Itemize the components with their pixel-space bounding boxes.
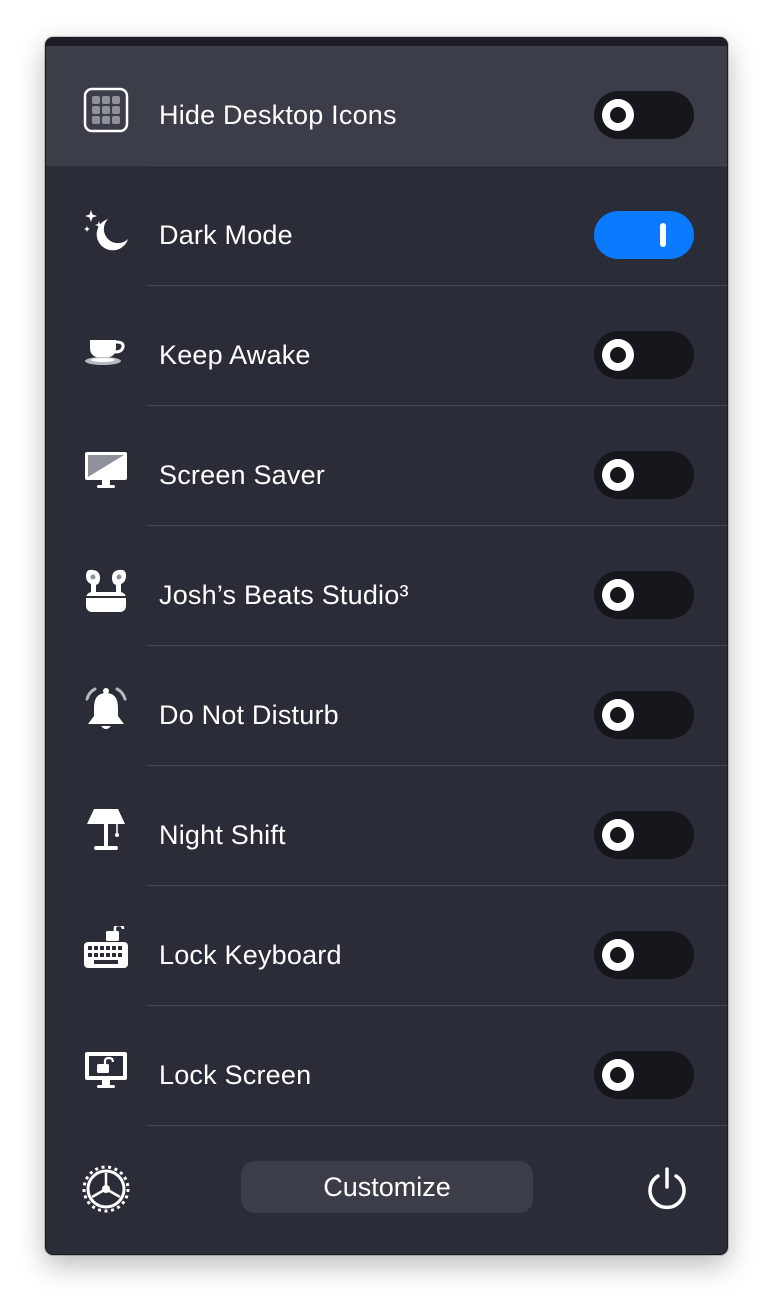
- dark-mode-toggle[interactable]: [594, 211, 694, 259]
- toggle-knob: [602, 579, 634, 611]
- menu-item-label: Hide Desktop Icons: [159, 100, 397, 130]
- gear-icon[interactable]: [82, 1165, 130, 1213]
- toggle-knob: [602, 99, 634, 131]
- keep-awake-toggle[interactable]: [594, 331, 694, 379]
- earbuds-icon: [82, 566, 130, 614]
- menu-item-label: Lock Keyboard: [159, 940, 342, 970]
- toggle-on-bar: [660, 223, 666, 247]
- menu-item-label: Keep Awake: [159, 340, 311, 370]
- menu-item-label: Screen Saver: [159, 460, 325, 490]
- monitor-icon: [82, 446, 130, 494]
- menu-item-label: Night Shift: [159, 820, 286, 850]
- lamp-icon: [82, 806, 130, 854]
- menu-item-lock-screen[interactable]: Lock Screen: [46, 1006, 727, 1126]
- menu-item-label: Lock Screen: [159, 1060, 312, 1090]
- keyboard-lock-icon: [82, 923, 130, 974]
- row-divider: [147, 1125, 727, 1126]
- menu-item-screen-saver[interactable]: Screen Saver: [46, 406, 727, 526]
- customize-button[interactable]: Customize: [241, 1161, 533, 1213]
- moon-stars-icon: [82, 206, 130, 254]
- beats-studio-toggle[interactable]: [594, 571, 694, 619]
- menu-item-do-not-disturb[interactable]: Do Not Disturb: [46, 646, 727, 766]
- toggle-knob: [602, 459, 634, 491]
- power-icon[interactable]: [643, 1165, 691, 1213]
- menu-item-label: Dark Mode: [159, 220, 293, 250]
- lock-keyboard-toggle[interactable]: [594, 931, 694, 979]
- menu-item-label: Josh’s Beats Studio³: [159, 580, 409, 610]
- lock-screen-toggle[interactable]: [594, 1051, 694, 1099]
- menu-item-keep-awake[interactable]: Keep Awake: [46, 286, 727, 406]
- coffee-cup-icon: [82, 326, 130, 374]
- screen-saver-toggle[interactable]: [594, 451, 694, 499]
- hide-desktop-icons-toggle[interactable]: [594, 91, 694, 139]
- do-not-disturb-toggle[interactable]: [594, 691, 694, 739]
- panel-top-edge: [46, 38, 727, 46]
- menu-item-label: Do Not Disturb: [159, 700, 339, 730]
- night-shift-toggle[interactable]: [594, 811, 694, 859]
- toggle-knob: [602, 1059, 634, 1091]
- menu-panel: Hide Desktop Icons Dark Mode Keep Awake …: [45, 37, 728, 1255]
- menu-item-hide-desktop-icons[interactable]: Hide Desktop Icons: [46, 46, 727, 166]
- toggle-knob: [602, 699, 634, 731]
- toggle-knob: [602, 339, 634, 371]
- menu-item-dark-mode[interactable]: Dark Mode: [46, 166, 727, 286]
- bell-icon: [82, 686, 130, 734]
- desktop-icons-grid-icon: [82, 86, 130, 134]
- menu-item-beats-studio[interactable]: Josh’s Beats Studio³: [46, 526, 727, 646]
- toggle-knob: [602, 939, 634, 971]
- menu-item-lock-keyboard[interactable]: Lock Keyboard: [46, 886, 727, 1006]
- screen-lock-icon: [82, 1046, 130, 1094]
- menu-item-night-shift[interactable]: Night Shift: [46, 766, 727, 886]
- toggle-knob: [602, 819, 634, 851]
